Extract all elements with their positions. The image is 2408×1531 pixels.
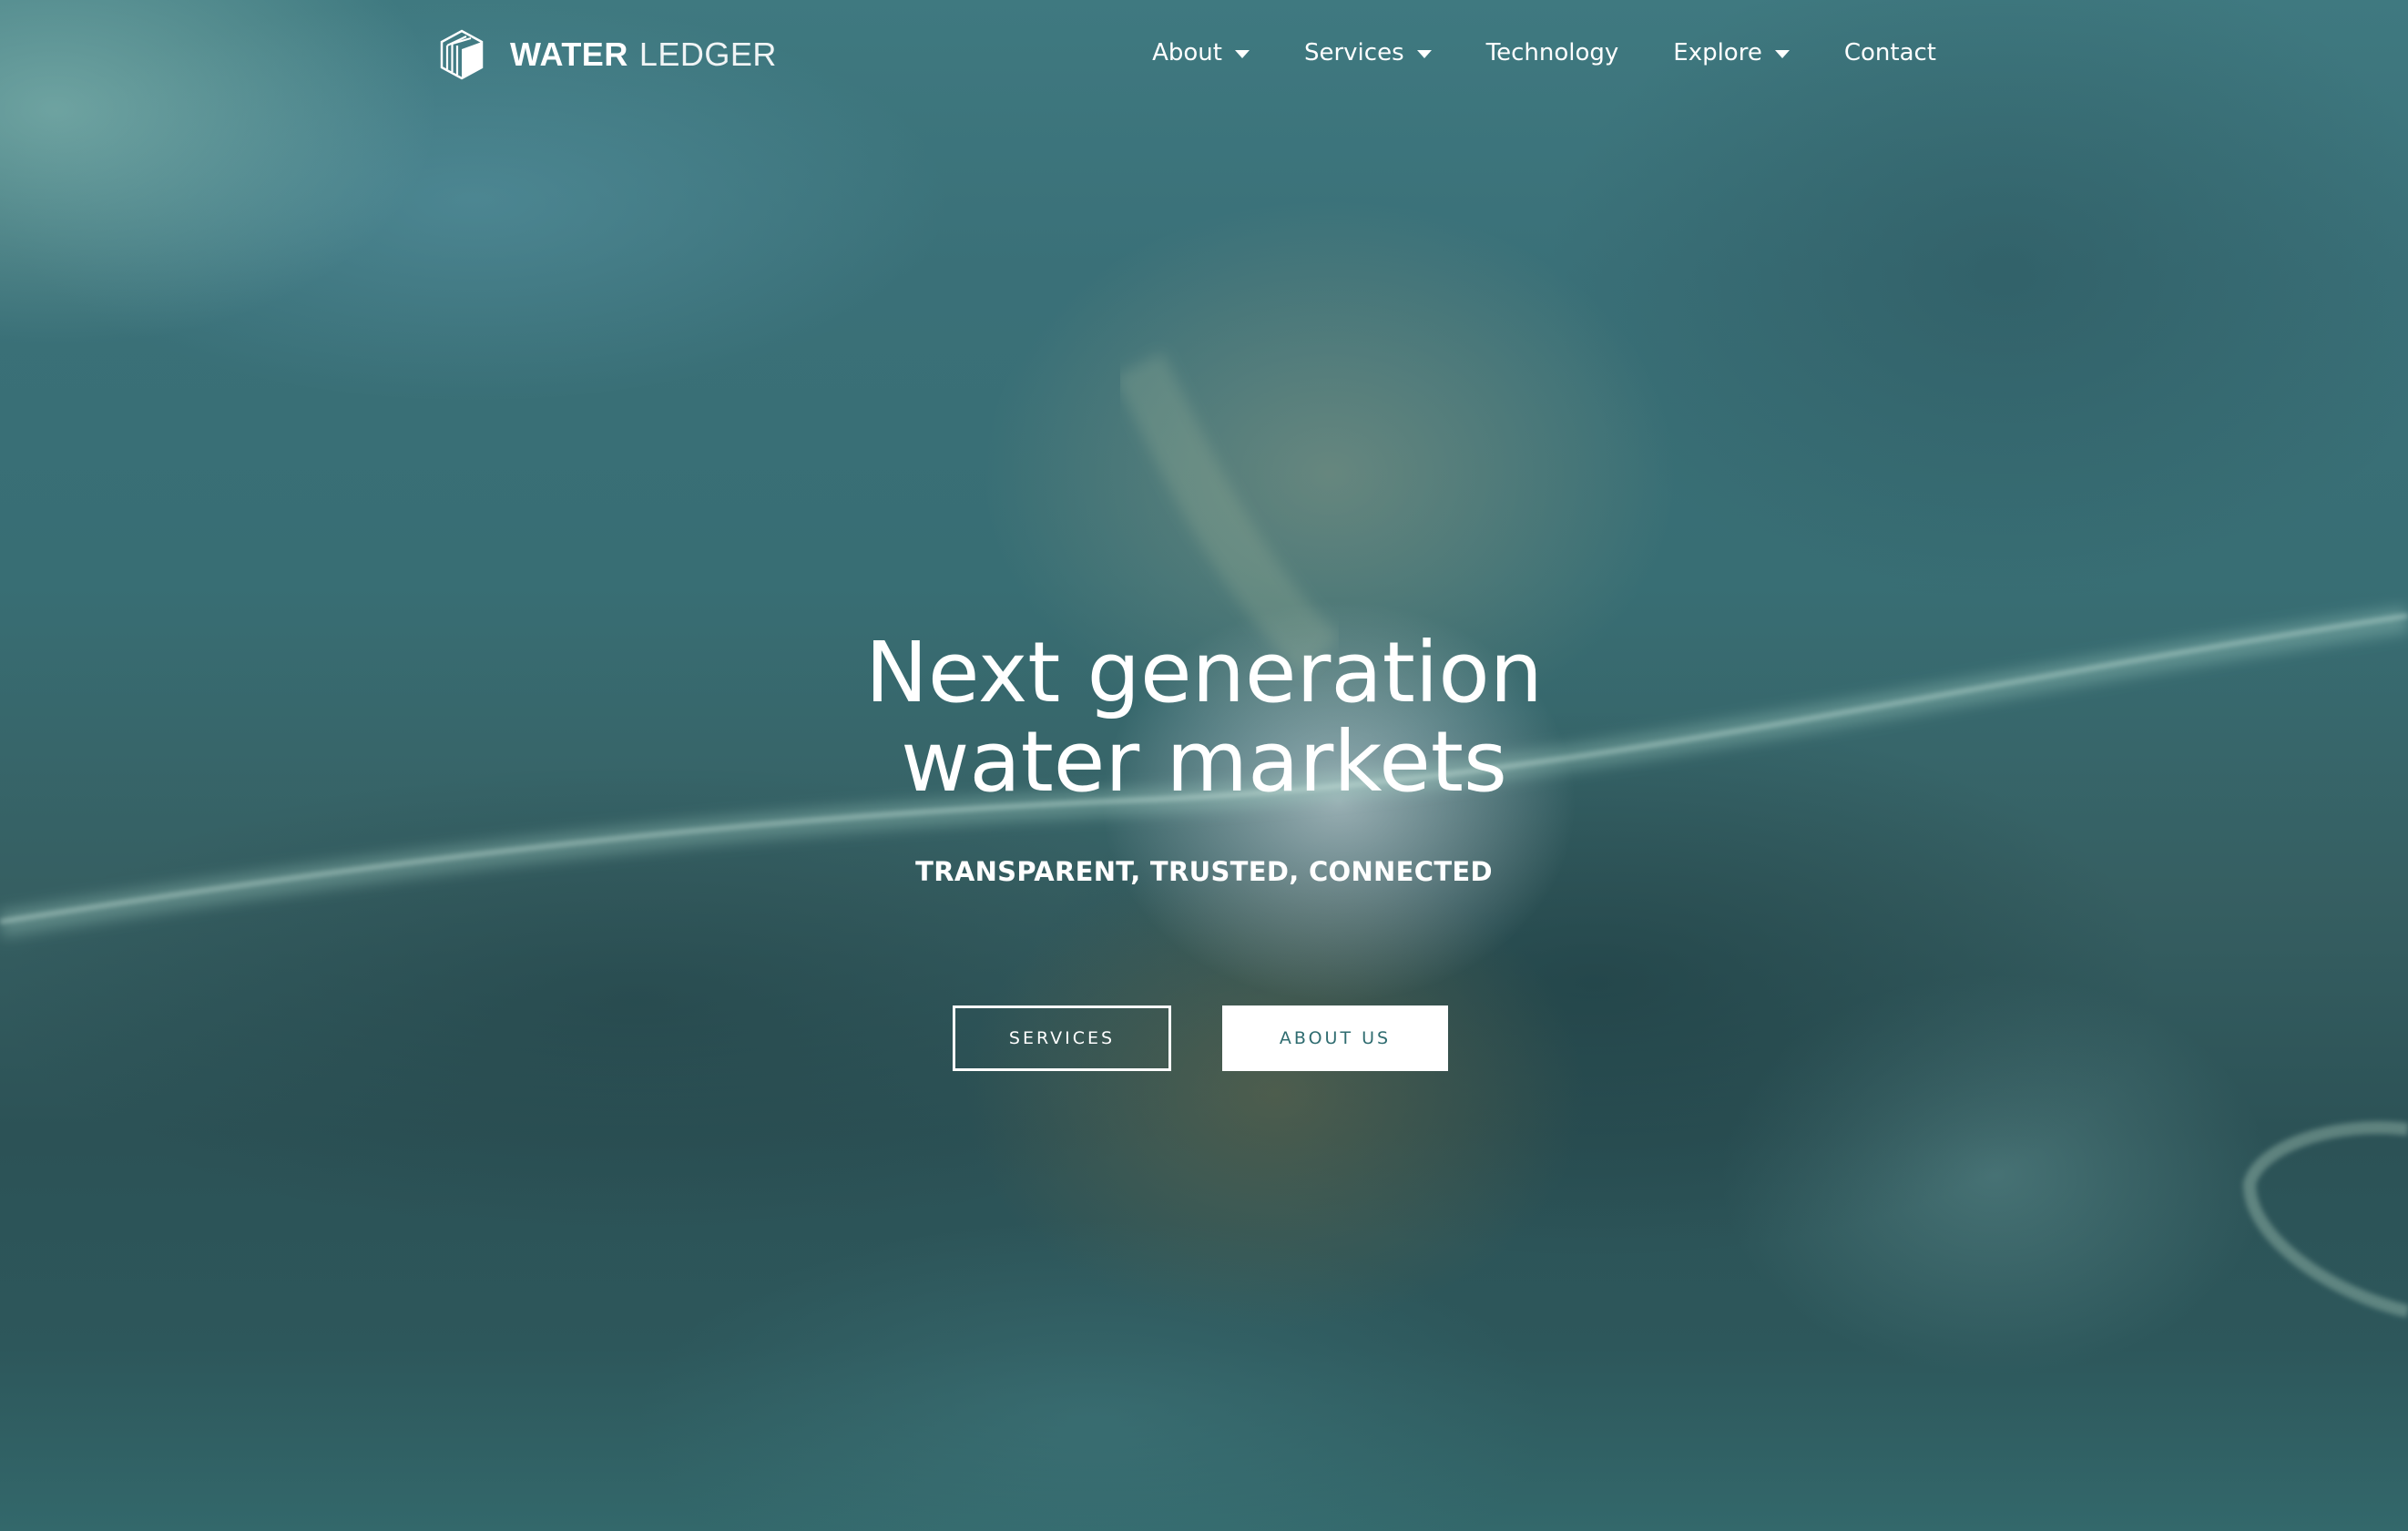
site-header: WATER LEDGER About Services Technology E… [0,0,2408,107]
services-button[interactable]: SERVICES [953,1005,1171,1071]
main-nav: About Services Technology Explore Contac… [1152,27,1936,78]
nav-item-services[interactable]: Services [1304,39,1432,66]
nav-item-explore[interactable]: Explore [1673,39,1790,66]
nav-item-label: Technology [1485,39,1619,66]
brand-logo[interactable]: WATER LEDGER [439,29,777,80]
nav-item-technology[interactable]: Technology [1486,39,1619,66]
hexagon-stripes-logo-icon [440,29,484,80]
brand-name-bold: WATER [510,36,628,73]
nav-item-about[interactable]: About [1152,39,1250,66]
hero-title: Next generation water markets [0,628,2408,807]
nav-item-label: About [1152,39,1222,66]
brand-name: WATER LEDGER [510,36,777,74]
chevron-down-icon [1416,49,1432,58]
nav-item-contact[interactable]: Contact [1844,39,1936,66]
brand-name-light: LEDGER [638,36,777,73]
hero-subtitle: TRANSPARENT, TRUSTED, CONNECTED [915,856,1493,887]
hero-buttons: SERVICES ABOUT US [953,1005,1448,1071]
chevron-down-icon [1234,49,1250,58]
nav-item-label: Services [1303,39,1404,66]
hero-title-line2: water markets [901,713,1507,811]
hero-section: Next generation water markets TRANSPAREN… [0,628,2408,888]
nav-item-label: Explore [1673,39,1762,66]
nav-item-label: Contact [1843,39,1936,66]
hero-title-line1: Next generation [865,624,1543,721]
chevron-down-icon [1774,49,1790,58]
about-us-button[interactable]: ABOUT US [1222,1005,1448,1071]
